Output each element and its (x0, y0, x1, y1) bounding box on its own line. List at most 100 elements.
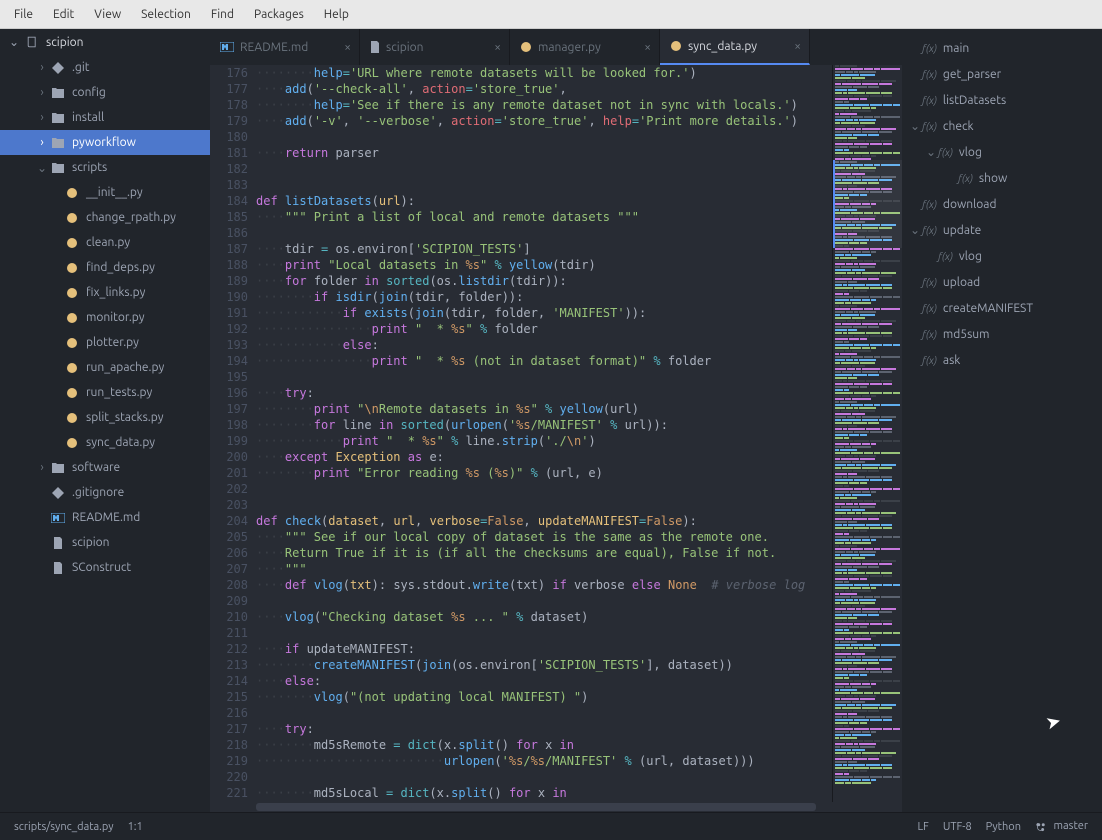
tree-item--gitignore[interactable]: .gitignore (0, 480, 210, 505)
status-cursor-position[interactable]: 1:1 (128, 821, 143, 833)
code-line[interactable]: def listDatasets(url): (256, 193, 832, 209)
scrollbar-thumb[interactable] (256, 803, 816, 811)
code-line[interactable]: ····if updateMANIFEST: (256, 641, 832, 657)
code-line[interactable]: ············print " * %s" % line.strip('… (256, 433, 832, 449)
code-editor[interactable]: ········help='URL where remote datasets … (256, 65, 832, 802)
tree-item-run-tests-py[interactable]: run_tests.py (0, 380, 210, 405)
tree-item-clean-py[interactable]: clean.py (0, 230, 210, 255)
status-encoding[interactable]: UTF-8 (943, 821, 972, 833)
menu-help[interactable]: Help (314, 4, 359, 25)
tab-scipion[interactable]: scipion× (360, 29, 510, 65)
code-line[interactable] (256, 177, 832, 193)
outline-item-update[interactable]: ⌄ƒ(x)update (906, 217, 1098, 243)
code-line[interactable]: ········createMANIFEST(join(os.environ['… (256, 657, 832, 673)
tree-item-change-rpath-py[interactable]: change_rpath.py (0, 205, 210, 230)
code-line[interactable]: ····def vlog(txt): sys.stdout.write(txt)… (256, 577, 832, 593)
minimap[interactable] (832, 65, 902, 802)
outline-item-main[interactable]: ƒ(x)main (906, 35, 1098, 61)
outline-item-vlog[interactable]: ⌄ƒ(x)vlog (906, 139, 1098, 165)
code-line[interactable]: ····vlog("Checking dataset %s ... " % da… (256, 609, 832, 625)
code-line[interactable]: ········md5sLocal = dict(x.split() for x… (256, 785, 832, 801)
code-line[interactable]: ············else: (256, 337, 832, 353)
menu-edit[interactable]: Edit (43, 4, 84, 25)
code-line[interactable]: ················print " * %s" % folder (256, 321, 832, 337)
code-line[interactable] (256, 481, 832, 497)
status-git-branch[interactable]: master (1035, 820, 1088, 832)
code-line[interactable]: ········help='See if there is any remote… (256, 97, 832, 113)
code-line[interactable]: ····return parser (256, 145, 832, 161)
code-line[interactable]: ····add('-v', '--verbose', action='store… (256, 113, 832, 129)
outline-item-download[interactable]: ƒ(x)download (906, 191, 1098, 217)
code-line[interactable]: ····else: (256, 673, 832, 689)
code-line[interactable]: ········vlog("(not updating local MANIFE… (256, 689, 832, 705)
code-line[interactable]: ····try: (256, 385, 832, 401)
menu-selection[interactable]: Selection (131, 4, 201, 25)
code-line[interactable]: ····add('--check-all', action='store_tru… (256, 81, 832, 97)
code-line[interactable] (256, 161, 832, 177)
tree-item-run-apache-py[interactable]: run_apache.py (0, 355, 210, 380)
horizontal-scrollbar[interactable] (210, 802, 902, 812)
close-icon[interactable]: × (344, 41, 351, 54)
minimap-viewport[interactable] (833, 160, 902, 248)
outline-item-listDatasets[interactable]: ƒ(x)listDatasets (906, 87, 1098, 113)
tab-readme-md[interactable]: README.md× (210, 29, 360, 65)
status-file-path[interactable]: scripts/sync_data.py (14, 821, 114, 833)
tree-item-monitor-py[interactable]: monitor.py (0, 305, 210, 330)
code-line[interactable] (256, 769, 832, 785)
code-line[interactable] (256, 593, 832, 609)
tree-item-pyworkflow[interactable]: ›pyworkflow (0, 130, 210, 155)
tree-item-fix-links-py[interactable]: fix_links.py (0, 280, 210, 305)
code-line[interactable] (256, 225, 832, 241)
project-root[interactable]: ⌄ scipion (0, 29, 210, 55)
tree-item-split-stacks-py[interactable]: split_stacks.py (0, 405, 210, 430)
status-language[interactable]: Python (986, 821, 1021, 833)
tree-item-find-deps-py[interactable]: find_deps.py (0, 255, 210, 280)
code-line[interactable]: ····print "Local datasets in %s" % yello… (256, 257, 832, 273)
outline-item-get_parser[interactable]: ƒ(x)get_parser (906, 61, 1098, 87)
code-line[interactable]: ········md5sRemote = dict(x.split() for … (256, 737, 832, 753)
menu-find[interactable]: Find (201, 4, 244, 25)
close-icon[interactable]: × (644, 41, 651, 54)
tab-manager-py[interactable]: manager.py× (510, 29, 660, 65)
code-line[interactable] (256, 497, 832, 513)
tree-item---init---py[interactable]: __init__.py (0, 180, 210, 205)
outline-item-ask[interactable]: ƒ(x)ask (906, 347, 1098, 373)
code-line[interactable]: ····""" (256, 561, 832, 577)
tree-item-scripts[interactable]: ⌄scripts (0, 155, 210, 180)
outline-item-upload[interactable]: ƒ(x)upload (906, 269, 1098, 295)
code-line[interactable]: ····for folder in sorted(os.listdir(tdir… (256, 273, 832, 289)
code-line[interactable]: ············if exists(join(tdir, folder,… (256, 305, 832, 321)
code-line[interactable]: ··························urlopen('%s/%s… (256, 753, 832, 769)
outline-item-show[interactable]: ƒ(x)show (906, 165, 1098, 191)
tree-item-sync-data-py[interactable]: sync_data.py (0, 430, 210, 455)
tree-item-sconstruct[interactable]: SConstruct (0, 555, 210, 580)
close-icon[interactable]: × (794, 40, 801, 53)
code-line[interactable]: ········for line in sorted(urlopen('%s/M… (256, 417, 832, 433)
menu-file[interactable]: File (4, 4, 43, 25)
tree-item-software[interactable]: ›software (0, 455, 210, 480)
code-line[interactable] (256, 129, 832, 145)
tree-item-config[interactable]: ›config (0, 80, 210, 105)
outline-item-createMANIFEST[interactable]: ƒ(x)createMANIFEST (906, 295, 1098, 321)
tree-item-readme-md[interactable]: README.md (0, 505, 210, 530)
code-line[interactable] (256, 705, 832, 721)
outline-item-md5sum[interactable]: ƒ(x)md5sum (906, 321, 1098, 347)
code-line[interactable]: ········help='URL where remote datasets … (256, 65, 832, 81)
code-line[interactable]: ····""" Print a list of local and remote… (256, 209, 832, 225)
code-line[interactable]: def check(dataset, url, verbose=False, u… (256, 513, 832, 529)
code-line[interactable] (256, 369, 832, 385)
close-icon[interactable]: × (494, 41, 501, 54)
code-line[interactable]: ········print "\nRemote datasets in %s" … (256, 401, 832, 417)
tab-sync-data-py[interactable]: sync_data.py× (660, 29, 810, 65)
code-line[interactable]: ····except Exception as e: (256, 449, 832, 465)
outline-item-vlog[interactable]: ƒ(x)vlog (906, 243, 1098, 269)
tree-item-plotter-py[interactable]: plotter.py (0, 330, 210, 355)
outline-item-check[interactable]: ⌄ƒ(x)check (906, 113, 1098, 139)
code-line[interactable]: ····try: (256, 721, 832, 737)
code-line[interactable] (256, 625, 832, 641)
code-line[interactable]: ················print " * %s (not in dat… (256, 353, 832, 369)
code-line[interactable]: ····Return True if it is (if all the che… (256, 545, 832, 561)
menu-packages[interactable]: Packages (244, 4, 314, 25)
status-line-ending[interactable]: LF (917, 821, 928, 833)
code-line[interactable]: ····tdir = os.environ['SCIPION_TESTS'] (256, 241, 832, 257)
